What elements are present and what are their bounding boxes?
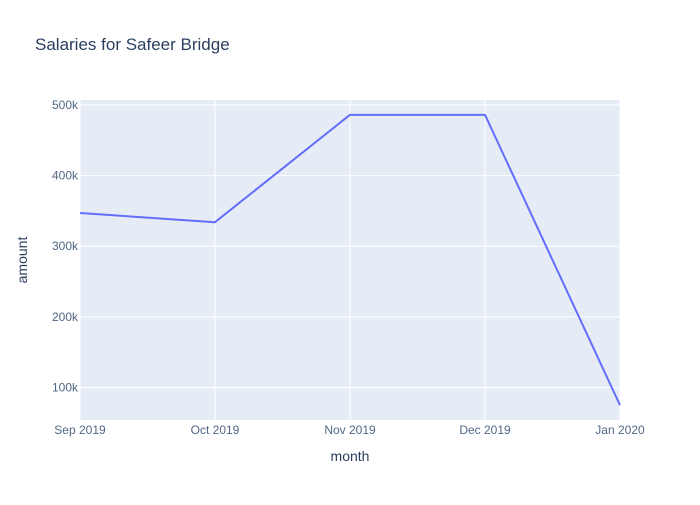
chart-container: Salaries for Safeer Bridge Sep 2019 Oct 2… <box>0 0 700 500</box>
x-axis-ticks: Sep 2019 Oct 2019 Nov 2019 Dec 2019 Jan 2020 <box>54 423 645 437</box>
y-tick-label: 500k <box>52 98 79 112</box>
y-tick-label: 200k <box>52 310 79 324</box>
y-tick-label: 100k <box>52 381 79 395</box>
y-axis-ticks: 100k 200k 300k 400k 500k <box>52 98 79 395</box>
x-tick-label: Sep 2019 <box>54 423 106 437</box>
x-tick-label: Oct 2019 <box>191 423 240 437</box>
y-tick-label: 300k <box>52 239 79 253</box>
chart-title: Salaries for Safeer Bridge <box>35 35 230 54</box>
x-tick-label: Nov 2019 <box>324 423 376 437</box>
y-tick-label: 400k <box>52 169 79 183</box>
x-tick-label: Jan 2020 <box>595 423 645 437</box>
x-tick-label: Dec 2019 <box>459 423 511 437</box>
x-axis-label: month <box>331 448 370 464</box>
y-axis-label: amount <box>14 237 30 284</box>
line-chart: Salaries for Safeer Bridge Sep 2019 Oct 2… <box>14 35 645 464</box>
